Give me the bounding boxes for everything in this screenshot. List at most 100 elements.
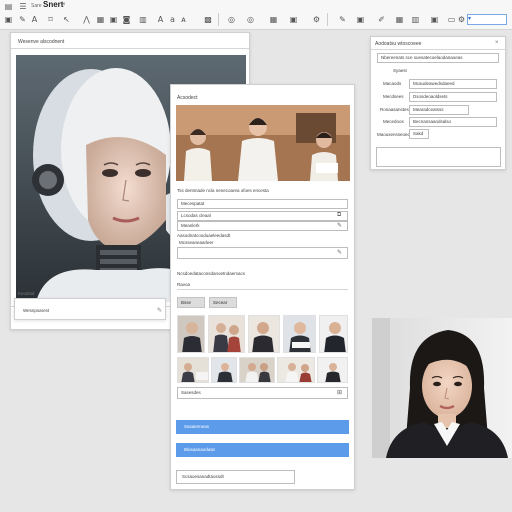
row-3-field[interactable]: Mearadceatsss [409, 105, 469, 115]
row-5-label: Maousensseoeds [377, 132, 413, 137]
close-tab-icon[interactable]: × [62, 2, 66, 8]
field-1-label: Lcsodas cleaal [181, 213, 211, 218]
close-icon[interactable]: × [495, 40, 499, 46]
link-icon[interactable]: ⋀ [82, 15, 91, 24]
toolbar-input[interactable] [467, 14, 507, 25]
chart-icon[interactable]: ▥ [411, 15, 420, 24]
thumbnail[interactable] [208, 315, 245, 353]
copy-icon[interactable]: ⧉ [337, 212, 341, 219]
edit-icon[interactable]: ✎ [157, 307, 162, 314]
sub-label: Ravoa [177, 282, 191, 287]
row-1-label: Macaods [383, 81, 402, 86]
top-toolbar: ▤ ☰ Sare Snert × ▣ ✎ A ⌑ ↖ ⋀ ▦ ▣ ◙ ▥ A a… [0, 0, 512, 30]
photo-icon[interactable]: ▣ [109, 15, 118, 24]
row-2-value: Dsosdeoaoldsets [413, 94, 448, 99]
menu-icon[interactable]: ☰ [17, 2, 29, 11]
row-1-field[interactable]: Mcaudeawedsdaeed [409, 79, 497, 89]
edit-icon[interactable]: ✎ [18, 15, 27, 24]
thumbnail[interactable] [319, 315, 348, 353]
text-icon[interactable]: A [30, 15, 39, 24]
center-description: Tss dentmade ncla nenecoarea ofoes ences… [177, 188, 269, 193]
row-2-field[interactable]: Dsosdeoaoldsets [409, 92, 497, 102]
secondary-button[interactable]: Blosaanaodwat [176, 443, 349, 457]
thumbnail[interactable] [277, 357, 315, 383]
image-icon[interactable]: ▣ [356, 15, 365, 24]
edit-icon[interactable]: ✎ [337, 249, 342, 256]
header-row[interactable]: Nbereenats sce suesatecoelaodanaoeas [377, 53, 499, 63]
caption-label: Keodnst [18, 291, 35, 296]
field-2[interactable]: Meanlerk [177, 221, 348, 231]
notes-area[interactable] [376, 147, 501, 167]
settings-icon[interactable]: ⚙ [457, 15, 466, 24]
field-0[interactable]: Mecespatat [177, 199, 348, 209]
field-0-label: Mecespatat [181, 201, 205, 206]
grid-icon[interactable]: ⊞ [337, 389, 342, 396]
text-icon[interactable]: a [168, 15, 177, 24]
row-0-label: Syaest [393, 68, 407, 73]
search-field[interactable]: Sasesdes [177, 387, 348, 399]
table-icon[interactable]: ▦ [269, 15, 278, 24]
right-panel: Aodoatsu wtoscoeee × Nbereenats sce sues… [370, 36, 506, 170]
thumbnail[interactable] [317, 357, 348, 383]
thumbnail[interactable] [248, 315, 280, 353]
header-row-text: Nbereenats sce suesatecoelaodanaoeas [381, 55, 463, 60]
thumbnail[interactable] [177, 357, 209, 383]
row-3-label: Ronaasanstess [380, 107, 412, 112]
bottom-field-value: Scsaoesanadtaossdt [182, 474, 224, 479]
row-4-label: Mecedoos [383, 119, 404, 124]
brush-icon[interactable]: ✐ [377, 15, 386, 24]
row-4-field[interactable]: Becnansaandsalso [409, 117, 497, 127]
image-icon[interactable]: ▦ [96, 15, 105, 24]
row-2-label: Mecdsees [383, 94, 404, 99]
note-label: Aasodnatcooduaeleedasdt [177, 233, 231, 238]
ring-icon[interactable]: ◎ [245, 15, 256, 24]
pencil-icon[interactable]: ✎ [338, 15, 347, 24]
caption-box: Wesnpsarest ✎ [14, 298, 166, 320]
center-panel: Acsodect Tss dentmade ncla nenecoarea of… [170, 84, 355, 490]
team-photo [176, 105, 350, 181]
menu-label[interactable]: Sare [31, 3, 42, 9]
app-title: Snert [43, 0, 64, 9]
slides-icon[interactable]: ▥ [137, 15, 149, 24]
right-panel-title: Aodoatsu wtoscoeee [375, 41, 422, 47]
dropdown-icon[interactable]: ▾ [468, 15, 471, 22]
tab-2[interactable]: Secear [209, 297, 237, 308]
note-sub: Mcsseaneaarleer [179, 240, 214, 245]
image-icon[interactable]: ▣ [289, 15, 298, 24]
caption-value: Wesnpsarest [23, 308, 50, 313]
crop-icon[interactable]: ⌑ [46, 15, 55, 24]
camera-icon[interactable]: ◙ [122, 15, 131, 24]
row-1-value: Mcaudeawedsdaeed [413, 81, 455, 86]
thumbnail[interactable] [211, 357, 237, 383]
row-5-value: Sakd [413, 131, 424, 136]
image-icon[interactable]: ▣ [4, 15, 13, 24]
bottom-field[interactable]: Scsaoesanadtaossdt [176, 470, 295, 484]
thumbnail[interactable] [177, 315, 205, 353]
search-value: Sasesdes [181, 390, 201, 395]
pointer-icon[interactable]: ↖ [62, 15, 71, 24]
text-icon[interactable]: A [156, 15, 165, 24]
thumbnail[interactable] [283, 315, 316, 353]
row-3-value: Mearadceatsss [413, 107, 444, 112]
left-panel-title: Wesenve alscodnent [18, 39, 65, 45]
image-icon[interactable]: ▣ [430, 15, 439, 24]
ring-icon[interactable]: ◎ [226, 15, 237, 24]
primary-button[interactable]: Sasatemeas [176, 420, 349, 434]
row-4-value: Becnansaandsalso [413, 119, 452, 124]
folder-icon[interactable]: ▭ [446, 15, 457, 24]
file-icon[interactable]: ▤ [4, 2, 13, 11]
stamp-icon[interactable]: ▩ [203, 15, 213, 24]
center-panel-title: Acsodect [177, 95, 198, 101]
note-field[interactable] [177, 247, 348, 259]
settings-icon[interactable]: ⚙ [312, 15, 321, 24]
field-1[interactable]: Lcsodas cleaal [177, 211, 348, 221]
portrait-photo [372, 318, 512, 458]
row-5-field[interactable]: Sakd [409, 129, 429, 139]
field-2-label: Meanlerk [181, 223, 200, 228]
grid-icon[interactable]: ▦ [395, 15, 404, 24]
tab-1[interactable]: Bsse [177, 297, 205, 308]
summary-label: Ncsdoedataconsdanoetndaemacs [177, 271, 246, 276]
text-icon[interactable]: ᴀ [179, 15, 188, 24]
thumbnail[interactable] [239, 357, 275, 383]
edit-icon[interactable]: ✎ [337, 222, 342, 229]
